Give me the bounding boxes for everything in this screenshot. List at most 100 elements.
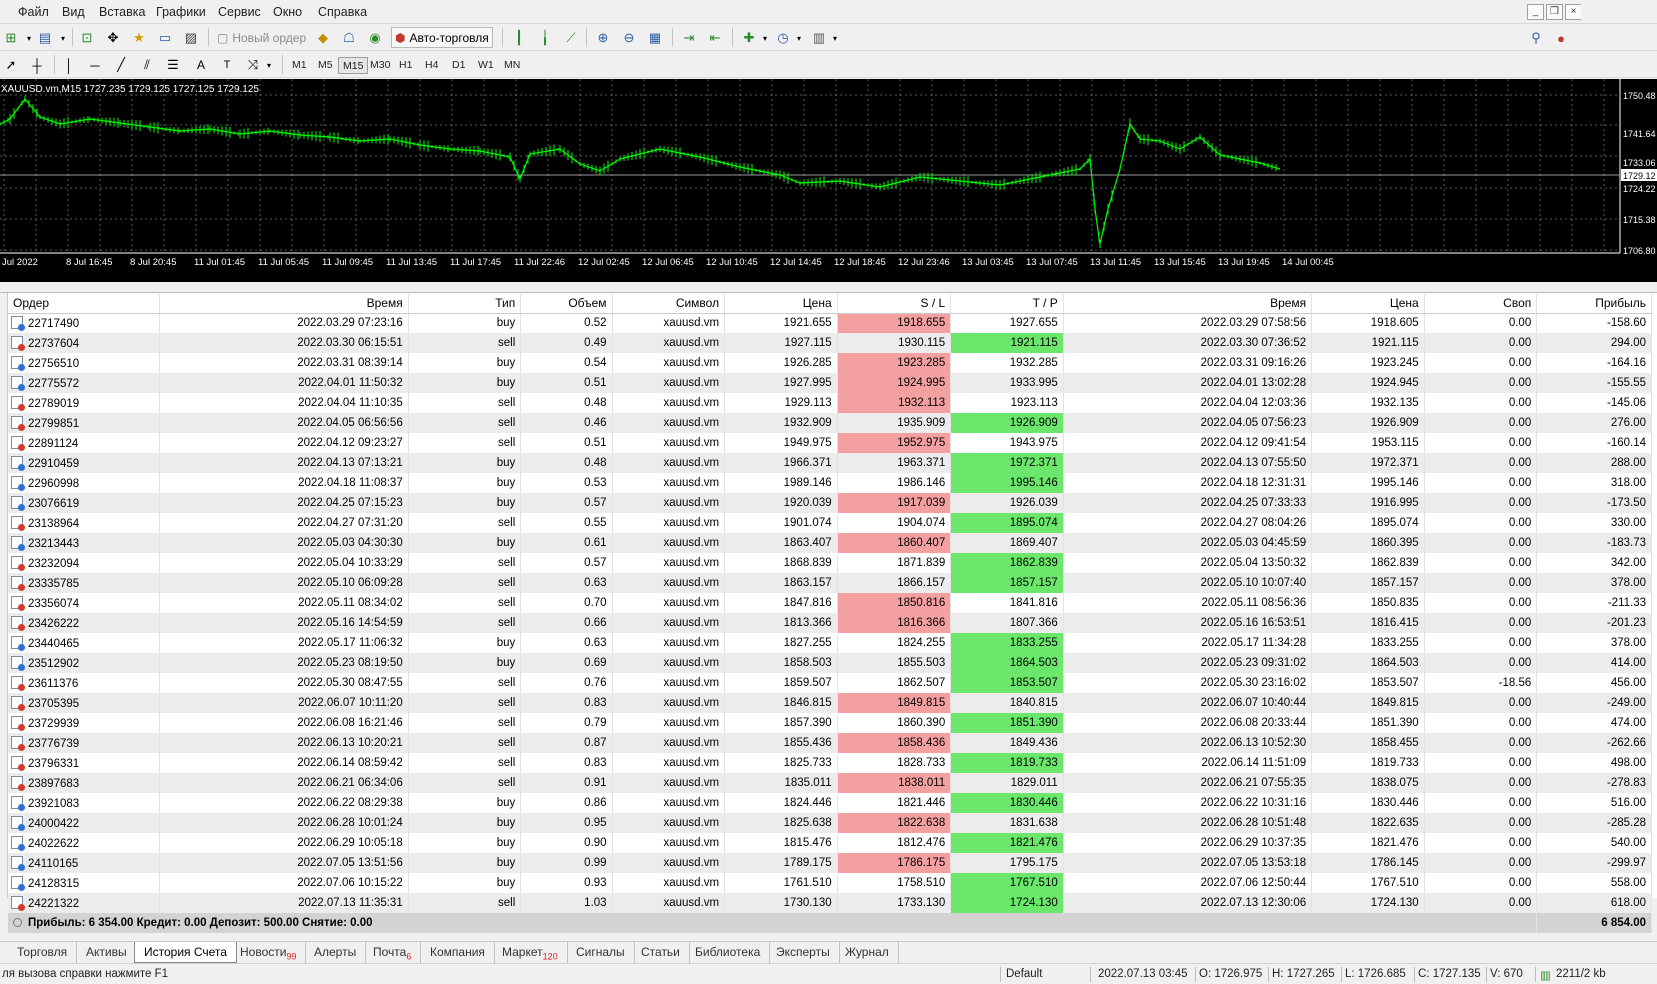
column-header-symbol[interactable]: Символ xyxy=(612,293,726,314)
timeframe-h1[interactable]: H1 xyxy=(395,57,416,74)
chart-shift-icon[interactable]: ⇤ xyxy=(706,29,724,47)
table-row[interactable]: 22799851 2022.04.05 06:56:56 sell 0.46 xauus… xyxy=(8,413,1652,433)
table-row[interactable]: 24022622 2022.06.29 10:05:18 buy 0.90 xauusd… xyxy=(8,833,1652,853)
tab-8[interactable]: Сигналы xyxy=(567,942,635,963)
tab-12[interactable]: Журнал xyxy=(836,942,899,963)
market-watch-icon[interactable]: ⊡ xyxy=(78,29,96,47)
table-row[interactable]: 24000422 2022.06.28 10:01:24 buy 0.95 xauusd… xyxy=(8,813,1652,833)
table-row[interactable]: 23232094 2022.05.04 10:33:29 sell 0.57 xauus… xyxy=(8,553,1652,573)
notifications-icon[interactable]: ● xyxy=(1552,29,1570,47)
timeframe-w1[interactable]: W1 xyxy=(474,57,498,74)
menu-view[interactable]: Вид xyxy=(62,5,85,19)
table-row[interactable]: 23076619 2022.04.25 07:15:23 buy 0.57 xauusd… xyxy=(8,493,1652,513)
tab-7[interactable]: Маркет120 xyxy=(493,942,568,963)
crosshair-icon[interactable]: ✥ xyxy=(104,29,122,47)
menu-tools[interactable]: Сервис xyxy=(218,5,261,19)
restore-icon[interactable]: ❐ xyxy=(1546,4,1563,20)
signals-icon[interactable]: ☖ xyxy=(340,29,358,47)
cursor-icon[interactable]: ➚ xyxy=(2,56,20,74)
tab-4[interactable]: Алерты xyxy=(305,942,367,963)
table-row[interactable]: 22737604 2022.03.30 06:15:51 sell 0.49 xauus… xyxy=(8,333,1652,353)
close-icon[interactable]: × xyxy=(1565,4,1581,20)
menu-file[interactable]: Файл xyxy=(18,5,49,19)
minimize-icon[interactable]: _ xyxy=(1527,4,1544,20)
menu-charts[interactable]: Графики xyxy=(156,5,206,19)
dropdown-arrow-icon[interactable]: ▾ xyxy=(54,29,72,47)
tab-0[interactable]: Торговля xyxy=(8,942,78,963)
dropdown-arrow-icon[interactable]: ▾ xyxy=(790,29,808,47)
profiles-icon[interactable]: ▤ xyxy=(36,29,54,47)
tab-11[interactable]: Эксперты xyxy=(767,942,840,963)
table-row[interactable]: 22910459 2022.04.13 07:13:21 buy 0.48 xauusd… xyxy=(8,453,1652,473)
text-icon[interactable]: A xyxy=(192,56,210,74)
tab-5[interactable]: Почта6 xyxy=(364,942,422,963)
terminal-icon[interactable]: ▭ xyxy=(156,29,174,47)
table-row[interactable]: 23335785 2022.05.10 06:09:28 sell 0.63 xauus… xyxy=(8,573,1652,593)
strategy-tester-icon[interactable]: ▨ xyxy=(182,29,200,47)
candlestick-icon[interactable]: ╽ xyxy=(536,29,554,47)
table-row[interactable]: 23611376 2022.05.30 08:47:55 sell 0.76 xauus… xyxy=(8,673,1652,693)
table-row[interactable]: 22960998 2022.04.18 11:08:37 buy 0.53 xauusd… xyxy=(8,473,1652,493)
table-row[interactable]: 24110165 2022.07.05 13:51:56 buy 0.99 xauusd… xyxy=(8,853,1652,873)
column-header-swap[interactable]: Своп xyxy=(1424,293,1538,314)
table-row[interactable]: 23138964 2022.04.27 07:31:20 sell 0.55 xauus… xyxy=(8,513,1652,533)
tab-10[interactable]: Библиотека xyxy=(686,942,771,963)
tab-1[interactable]: Активы xyxy=(77,942,137,963)
status-profile[interactable]: Default xyxy=(1006,968,1042,980)
column-header-open-price[interactable]: Цена xyxy=(724,293,838,314)
table-row[interactable]: 23776739 2022.06.13 10:20:21 sell 0.87 xauus… xyxy=(8,733,1652,753)
table-row[interactable]: 23356074 2022.05.11 08:34:02 sell 0.70 xauus… xyxy=(8,593,1652,613)
menu-insert[interactable]: Вставка xyxy=(99,5,145,19)
table-row[interactable]: 23796331 2022.06.14 08:59:42 sell 0.83 xauus… xyxy=(8,753,1652,773)
tab-6[interactable]: Компания xyxy=(421,942,495,963)
timeframe-h4[interactable]: H4 xyxy=(421,57,442,74)
line-chart-icon[interactable]: ⟋ xyxy=(562,29,580,47)
menu-window[interactable]: Окно xyxy=(273,5,302,19)
table-row[interactable]: 23213443 2022.05.03 04:30:30 buy 0.61 xauusd… xyxy=(8,533,1652,553)
zoom-out-icon[interactable]: ⊖ xyxy=(620,29,638,47)
zoom-in-icon[interactable]: ⊕ xyxy=(594,29,612,47)
column-header-profit[interactable]: Прибыль xyxy=(1536,293,1652,314)
timeframe-mn[interactable]: MN xyxy=(500,57,524,74)
timeframe-d1[interactable]: D1 xyxy=(448,57,469,74)
table-row[interactable]: 22775572 2022.04.01 11:50:32 buy 0.51 xauusd… xyxy=(8,373,1652,393)
trendline-icon[interactable]: ╱ xyxy=(112,56,130,74)
tab-3[interactable]: Новости99 xyxy=(231,942,307,963)
column-header-close-time[interactable]: Время xyxy=(1063,293,1313,314)
fibonacci-icon[interactable]: ☰ xyxy=(164,56,182,74)
table-row[interactable]: 23921083 2022.06.22 08:29:38 buy 0.86 xauusd… xyxy=(8,793,1652,813)
column-header-order[interactable]: Ордер xyxy=(8,293,161,314)
timeframe-m1[interactable]: M1 xyxy=(288,57,311,74)
new-chart-icon[interactable]: ⊞ xyxy=(2,29,20,47)
bar-chart-icon[interactable]: ┃ xyxy=(510,29,528,47)
dropdown-arrow-icon[interactable]: ▾ xyxy=(826,29,844,47)
table-row[interactable]: 23440465 2022.05.17 11:06:32 buy 0.63 xauusd… xyxy=(8,633,1652,653)
crosshair-tool-icon[interactable]: ┼ xyxy=(28,56,46,74)
dropdown-arrow-icon[interactable]: ▾ xyxy=(756,29,774,47)
timeframe-m30[interactable]: M30 xyxy=(366,57,394,74)
new-order-button[interactable]: ▢ Новый ордер xyxy=(214,27,309,48)
table-row[interactable]: 23897683 2022.06.21 06:34:06 sell 0.91 xauus… xyxy=(8,773,1652,793)
timeframe-m5[interactable]: M5 xyxy=(314,57,337,74)
table-row[interactable]: 24221322 2022.07.13 11:35:31 sell 1.03 xauus… xyxy=(8,893,1652,913)
tab-2[interactable]: История Счета xyxy=(134,942,237,963)
table-row[interactable]: 22756510 2022.03.31 08:39:14 buy 0.54 xauusd… xyxy=(8,353,1652,373)
table-row[interactable]: 23705395 2022.06.07 10:11:20 sell 0.83 xauus… xyxy=(8,693,1652,713)
price-chart[interactable]: 1750.48 1741.64 1733.06 1729.12 1724.22 1715.… xyxy=(0,79,1657,282)
autoscroll-icon[interactable]: ⇥ xyxy=(680,29,698,47)
column-header-close-price[interactable]: Цена xyxy=(1311,293,1425,314)
search-icon[interactable]: ⚲ xyxy=(1527,29,1545,47)
vps-icon[interactable]: ◉ xyxy=(366,29,384,47)
table-row[interactable]: 23426222 2022.05.16 14:54:59 sell 0.66 xauus… xyxy=(8,613,1652,633)
menu-help[interactable]: Справка xyxy=(318,5,367,19)
text-label-icon[interactable]: T xyxy=(218,56,236,74)
vertical-line-icon[interactable]: │ xyxy=(60,56,78,74)
table-row[interactable]: 23729939 2022.06.08 16:21:46 sell 0.79 xauus… xyxy=(8,713,1652,733)
table-row[interactable]: 24128315 2022.07.06 10:15:22 buy 0.93 xauusd… xyxy=(8,873,1652,893)
column-header-volume[interactable]: Объем xyxy=(520,293,613,314)
navigator-icon[interactable]: ★ xyxy=(130,29,148,47)
table-row[interactable]: 22789019 2022.04.04 11:10:35 sell 0.48 xauus… xyxy=(8,393,1652,413)
column-header-sl[interactable]: S / L xyxy=(837,293,952,314)
column-header-tp[interactable]: T / P xyxy=(950,293,1064,314)
channel-icon[interactable]: ⫽ xyxy=(138,56,156,74)
